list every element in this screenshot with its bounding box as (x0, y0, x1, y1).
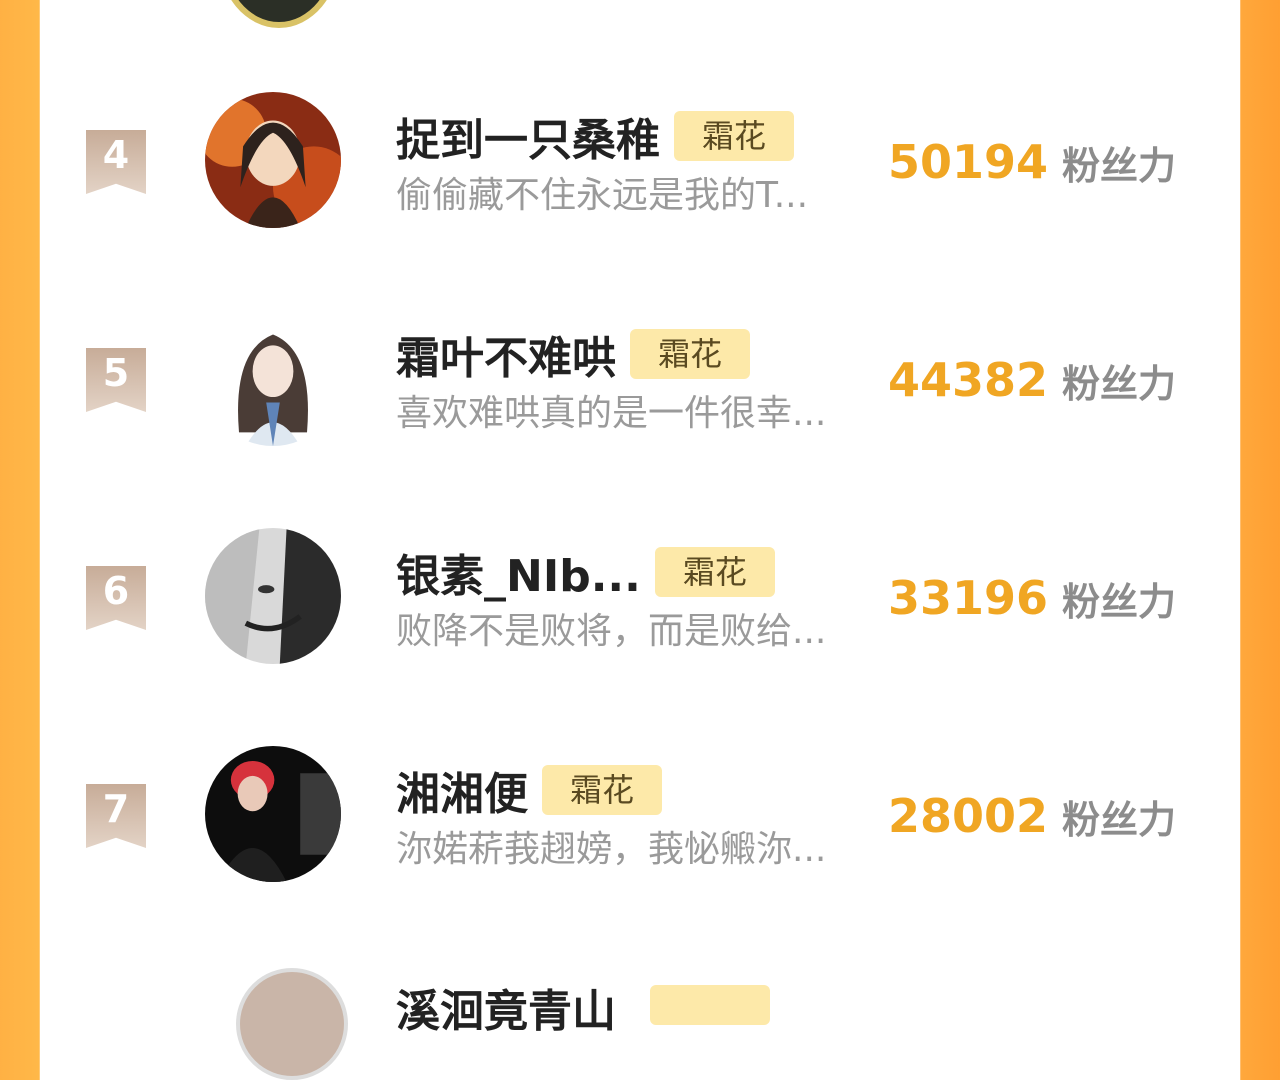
user-signature: 败降不是败将，而是败给... (396, 611, 827, 652)
user-signature: 沵婼菥莪趐嫎，莪怭毈沵... (396, 829, 827, 870)
rank-ribbon-icon: 5 (86, 348, 146, 412)
fan-power: 28002 粉丝力 (888, 786, 1176, 846)
fan-power-unit: 粉丝力 (1062, 361, 1177, 406)
user-name-line: 银素_NIb... 霜花 (396, 542, 775, 602)
fan-badge: 霜花 (654, 547, 775, 597)
user-name-line: 霜叶不难哄 霜花 (396, 322, 751, 386)
fan-power-value: 28002 (888, 789, 1049, 843)
fan-power-value: 44382 (888, 353, 1049, 407)
user-name[interactable]: 湘湘便 (396, 758, 528, 822)
avatar[interactable] (205, 310, 341, 446)
rank-ribbon-icon: 7 (86, 784, 146, 848)
avatar[interactable] (205, 746, 341, 882)
user-name-line: 捉到一只桑稚 霜花 (396, 104, 795, 168)
fan-power-unit: 粉丝力 (1062, 579, 1177, 624)
user-name-line: 湘湘便 霜花 (396, 758, 663, 822)
fan-badge: 霜花 (674, 111, 795, 161)
leaderboard-row[interactable]: 6 银素_NIb... 霜花 败降不是败将，而是败给... 33196 粉丝力 (40, 528, 1240, 746)
fan-power-value: 33196 (888, 571, 1049, 625)
fan-power-unit: 粉丝力 (1062, 143, 1177, 188)
rank-ribbon-icon: 6 (86, 566, 146, 630)
fan-badge-partial (650, 985, 770, 1025)
leaderboard-row[interactable]: 4 捉到一只桑稚 霜花 偷偷藏不住永远是我的T... 50194 粉丝力 (40, 92, 1240, 310)
leaderboard-panel: 4 捉到一只桑稚 霜花 偷偷藏不住永远是我的T... 50194 粉丝力 5 霜… (40, 0, 1240, 1080)
user-name[interactable]: 捉到一只桑稚 (396, 104, 660, 168)
fan-power-unit: 粉丝力 (1062, 797, 1177, 842)
avatar[interactable] (205, 528, 341, 664)
user-signature: 偷偷藏不住永远是我的T... (396, 175, 809, 216)
fan-power-value: 50194 (888, 135, 1049, 189)
rank-ribbon-icon: 4 (86, 130, 146, 194)
fan-badge: 霜花 (542, 765, 663, 815)
avatar-partial-bottom[interactable] (236, 968, 348, 1080)
user-name-partial[interactable]: 溪洄竟青山 (396, 975, 616, 1039)
user-name[interactable]: 霜叶不难哄 (396, 322, 616, 386)
user-name[interactable]: 银素_NIb... (396, 540, 641, 604)
leaderboard-row[interactable]: 7 湘湘便 霜花 沵婼菥莪趐嫎，莪怭毈沵... 28002 粉丝力 (40, 746, 1240, 964)
fan-power: 33196 粉丝力 (888, 568, 1176, 628)
fan-power: 44382 粉丝力 (888, 350, 1176, 410)
fan-badge: 霜花 (630, 329, 751, 379)
fan-power: 50194 粉丝力 (888, 132, 1176, 192)
avatar-partial-top[interactable] (218, 0, 340, 28)
avatar[interactable] (205, 92, 341, 228)
leaderboard-row[interactable]: 5 霜叶不难哄 霜花 喜欢难哄真的是一件很幸... 44382 粉丝力 (40, 310, 1240, 528)
user-signature: 喜欢难哄真的是一件很幸... (396, 393, 827, 434)
